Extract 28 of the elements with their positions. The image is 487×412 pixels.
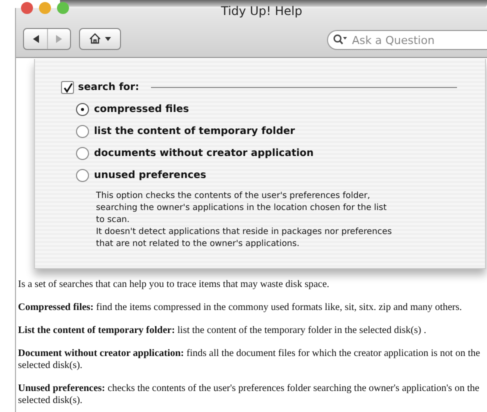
- radio-label: unused preferences: [94, 170, 206, 180]
- help-paragraph: Document without creator application: finds all the document files for which the creator application is not on the selected disk(s).: [18, 348, 482, 372]
- description-text: This option checks the contents of the user's preferences folder, searching the owner's applications in the location chosen for the list to scan.: [96, 190, 388, 226]
- checkbox-label: search for:: [78, 82, 140, 93]
- radio-button[interactable]: [76, 168, 89, 182]
- help-paragraph: Is a set of searches that can help you to trace items that may waste disk space.: [18, 279, 330, 291]
- left-triangle-icon: [32, 34, 40, 42]
- radio-button[interactable]: [76, 102, 89, 116]
- help-paragraph: Unused preferences: checks the contents of the user's preferences folder searching the owner's application's on the selected disk(s).: [18, 383, 480, 407]
- help-paragraph: Compressed files: find the items compressed in the commony used formats like, sit, sitx. zip and many others.: [18, 302, 463, 314]
- home-button[interactable]: [79, 28, 121, 50]
- radio-button[interactable]: [76, 124, 89, 138]
- radio-label: compressed files: [94, 104, 189, 114]
- house-icon: [89, 33, 101, 44]
- checkmark-icon: [62, 82, 72, 92]
- description-text: It doesn't detect applications that reside in packages nor preferences that are not related to the owner's applications.: [96, 226, 393, 250]
- right-triangle-icon: [55, 34, 63, 42]
- zoom-button[interactable]: [57, 2, 69, 14]
- minimize-button[interactable]: [39, 2, 51, 14]
- window-title: Tidy Up! Help: [221, 4, 302, 18]
- help-paragraph: List the content of temporary folder: list the content of the temporary folder in the selected disk(s) .: [18, 325, 428, 337]
- radio-label: list the content of temporary folder: [94, 126, 295, 136]
- checkbox[interactable]: [61, 81, 74, 94]
- close-button[interactable]: [21, 2, 33, 14]
- radio-label: documents without creator application: [94, 148, 314, 158]
- search-field[interactable]: Ask a Question: [327, 30, 487, 50]
- radio-button[interactable]: [76, 146, 89, 160]
- caret-icon: [105, 36, 111, 40]
